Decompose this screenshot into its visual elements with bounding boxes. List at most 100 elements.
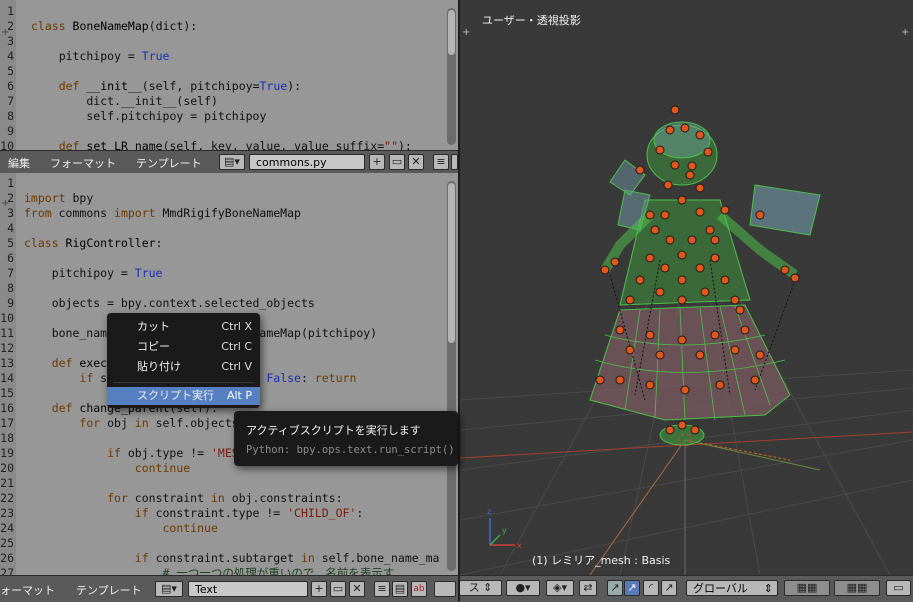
text-datablock-icon[interactable]: ▤▾ <box>219 154 245 170</box>
line-numbers-toggle-icon[interactable]: ≡ <box>433 154 449 170</box>
orientation-dropdown[interactable]: グローバル ⇕ <box>686 580 778 596</box>
bone-joint[interactable] <box>755 350 765 360</box>
bone-joint[interactable] <box>730 295 740 305</box>
syntax-highlight-toggle-icon[interactable]: ab <box>411 581 427 597</box>
bone-joint[interactable] <box>710 330 720 340</box>
bone-joint[interactable] <box>780 265 790 275</box>
bone-joint[interactable] <box>685 170 695 180</box>
bone-joint[interactable] <box>703 147 713 157</box>
open-text-icon[interactable]: ▭ <box>389 154 405 170</box>
bone-joint[interactable] <box>677 250 687 260</box>
text-datablock-icon[interactable]: ▤▾ <box>155 581 183 597</box>
bone-joint[interactable] <box>680 385 690 395</box>
bone-joint[interactable] <box>625 295 635 305</box>
code-line[interactable]: 2 import bpy <box>0 191 440 206</box>
bone-joint[interactable] <box>730 345 740 355</box>
bone-joint[interactable] <box>695 183 705 193</box>
bone-joint[interactable] <box>670 160 680 170</box>
menu-templates[interactable]: テンプレート <box>136 155 202 171</box>
code-line[interactable]: 7 dict.__init__(self) <box>0 94 440 109</box>
code-line[interactable]: 23 if constraint.type != 'CHILD_OF': <box>0 506 440 521</box>
bone-joint[interactable] <box>663 180 673 190</box>
code-line[interactable]: 27 # 一つ一つの処理が重いので、名前を表示す <box>0 566 440 575</box>
layer-buttons-b[interactable]: ▦▦ <box>834 580 880 596</box>
bone-joint[interactable] <box>755 210 765 220</box>
bone-joint[interactable] <box>695 207 705 217</box>
bone-joint[interactable] <box>677 275 687 285</box>
text-name-field[interactable]: Text <box>188 581 308 597</box>
bone-joint[interactable] <box>615 325 625 335</box>
bone-joint[interactable] <box>615 375 625 385</box>
bone-joint[interactable] <box>655 287 665 297</box>
code-line[interactable]: 24 continue <box>0 521 440 536</box>
scale-manipulator-icon[interactable]: ◜ <box>643 580 659 596</box>
bone-joint[interactable] <box>677 335 687 345</box>
bone-joint[interactable] <box>665 125 675 135</box>
lock-layers-icon[interactable]: ▭ <box>886 580 911 596</box>
bone-joint[interactable] <box>790 273 800 283</box>
new-text-icon[interactable]: + <box>311 581 327 597</box>
menu-item-copy[interactable]: コピー Ctrl C <box>107 338 260 356</box>
bone-joint[interactable] <box>720 275 730 285</box>
pivot-point-icon[interactable]: ◈▾ <box>546 580 574 596</box>
code-line[interactable]: 10 def set_LR_name(self, key, value, val… <box>0 139 440 150</box>
code-line[interactable]: 9 <box>0 124 440 139</box>
bone-joint[interactable] <box>660 210 670 220</box>
code-line[interactable]: 5 class RigController: <box>0 236 440 251</box>
bone-joint[interactable] <box>645 380 655 390</box>
unlink-text-icon[interactable]: ✕ <box>349 581 365 597</box>
bone-joint[interactable] <box>677 195 687 205</box>
menu-format[interactable]: ォーマット <box>0 582 55 598</box>
code-line[interactable]: 8 <box>0 281 440 296</box>
bone-joint[interactable] <box>715 380 725 390</box>
menu-item-run-script[interactable]: スクリプト実行 Alt P <box>107 387 260 405</box>
code-line[interactable]: 26 if constraint.subtarget in self.bone_… <box>0 551 440 566</box>
bone-joint[interactable] <box>695 130 705 140</box>
bone-joint[interactable] <box>740 325 750 335</box>
bone-joint[interactable] <box>655 350 665 360</box>
code-line[interactable]: 5 <box>0 64 440 79</box>
code-line[interactable]: 21 <box>0 476 440 491</box>
bone-joint[interactable] <box>645 253 655 263</box>
area-split-icon[interactable]: + <box>1 199 10 209</box>
area-split-icon[interactable]: + <box>1 28 10 38</box>
new-text-icon[interactable]: + <box>369 154 385 170</box>
bone-joint[interactable] <box>735 305 745 315</box>
translate-manipulator-icon[interactable]: ↗ <box>607 580 623 596</box>
bone-joint[interactable] <box>635 165 645 175</box>
bone-joint[interactable] <box>610 257 620 267</box>
code-line[interactable]: 7 pitchipoy = True <box>0 266 440 281</box>
bone-joint[interactable] <box>645 330 655 340</box>
line-numbers-toggle-icon[interactable]: ≡ <box>374 581 390 597</box>
bone-joint[interactable] <box>695 350 705 360</box>
bone-joint[interactable] <box>750 375 760 385</box>
mode-selector[interactable]: ス ⇕ <box>460 580 502 596</box>
code-line[interactable]: 8 self.pitchipoy = pitchipoy <box>0 109 440 124</box>
code-line[interactable]: 9 objects = bpy.context.selected_objects <box>0 296 440 311</box>
code-line[interactable]: 3 <box>0 34 440 49</box>
code-line[interactable]: 1 <box>0 4 440 19</box>
bone-joint[interactable] <box>700 287 710 297</box>
area-split-icon[interactable]: + <box>462 28 471 38</box>
bone-joint[interactable] <box>687 161 697 171</box>
bone-joint[interactable] <box>670 105 680 115</box>
menu-format[interactable]: フォーマット <box>50 155 116 171</box>
code-line[interactable]: 6 <box>0 251 440 266</box>
bone-joint[interactable] <box>665 425 675 435</box>
layer-buttons-a[interactable]: ▦▦ <box>784 580 830 596</box>
bone-joint[interactable] <box>710 253 720 263</box>
bone-joint[interactable] <box>660 263 670 273</box>
rotate-manipulator-icon[interactable]: ↗ <box>624 580 640 596</box>
bone-joint[interactable] <box>705 225 715 235</box>
bone-joint[interactable] <box>695 263 705 273</box>
top-text-editor[interactable]: 1 2 class BoneNameMap(dict): 3 4 pitchipoy =… <box>0 0 458 150</box>
code-line[interactable]: 4 pitchipoy = True <box>0 49 440 64</box>
bone-joint[interactable] <box>635 275 645 285</box>
word-wrap-toggle-icon[interactable] <box>451 154 458 170</box>
run-script-icon[interactable] <box>434 581 456 597</box>
code-line[interactable]: 1 <box>0 176 440 191</box>
bone-joint[interactable] <box>595 375 605 385</box>
menu-item-paste[interactable]: 貼り付け Ctrl V <box>107 358 260 376</box>
code-line[interactable]: 25 <box>0 536 440 551</box>
bone-joint[interactable] <box>720 205 730 215</box>
